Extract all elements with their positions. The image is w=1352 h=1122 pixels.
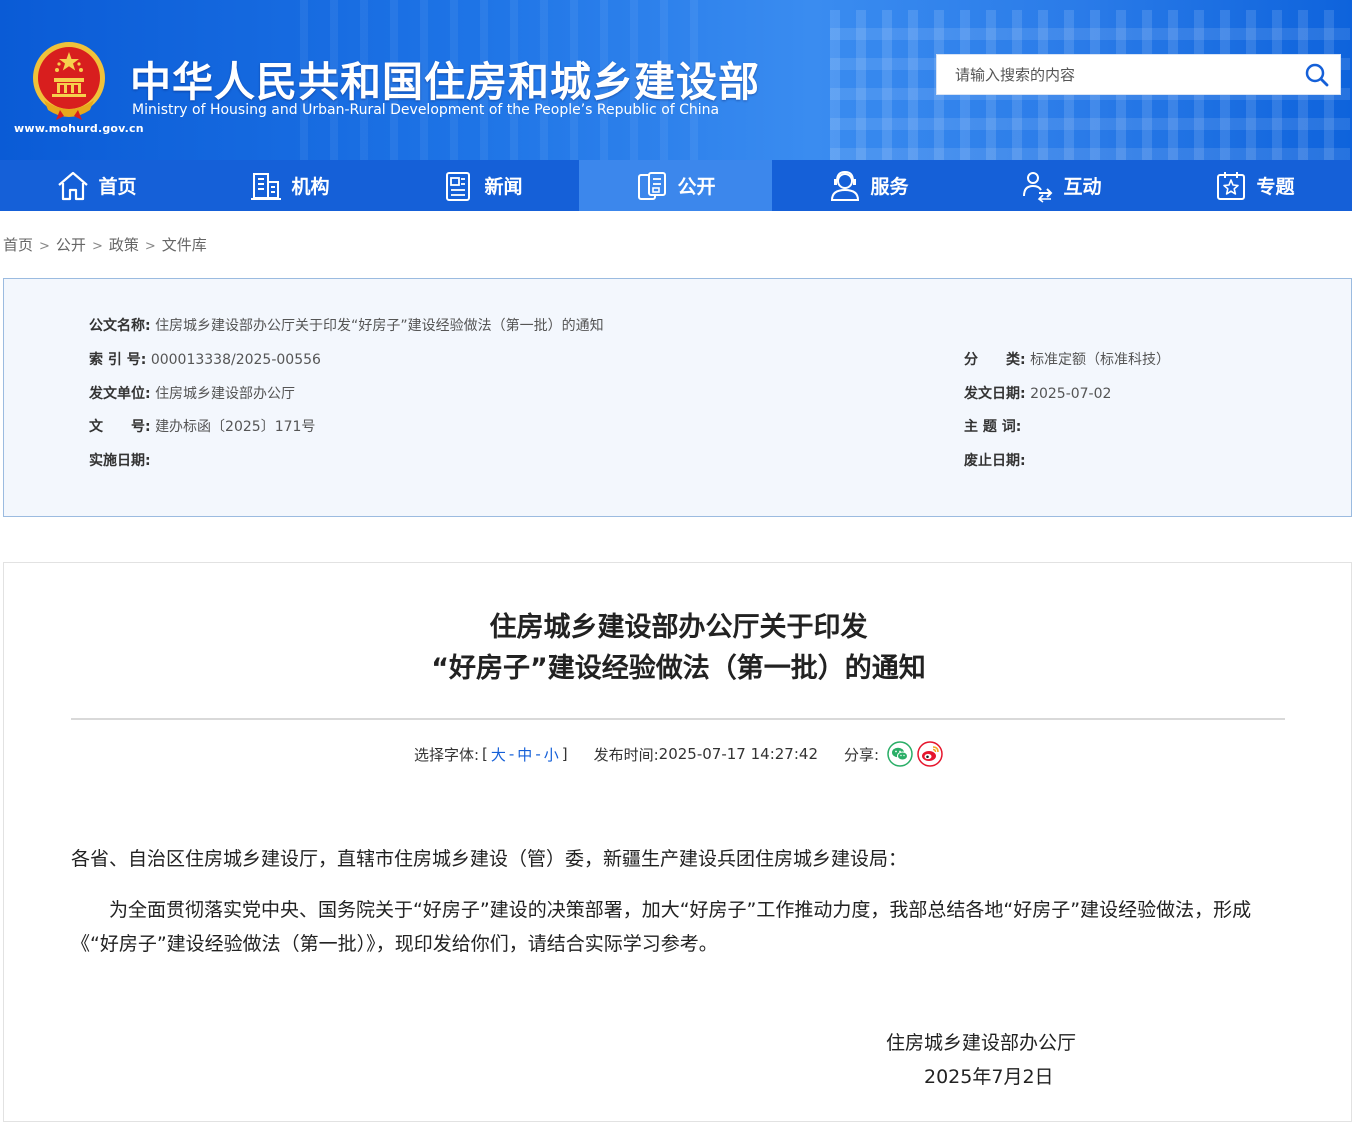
article-title-line2: “好房子”建设经验做法（第一批）的通知	[431, 653, 926, 684]
share-label: 分享:	[843, 745, 880, 764]
info-label: 发文日期:	[964, 386, 1026, 402]
breadcrumb-sep: >	[144, 239, 156, 254]
info-value: 住房城乡建设部办公厅关于印发“好房子”建设经验做法（第一批）的通知	[155, 318, 604, 334]
nav-item-news[interactable]: 新闻	[386, 160, 579, 211]
info-value: 000013338/2025-00556	[150, 352, 321, 368]
nav-item-open[interactable]: 公开	[579, 160, 772, 211]
breadcrumb-library[interactable]: 文件库	[162, 236, 207, 254]
info-label: 分 类:	[964, 352, 1026, 368]
nav-label: 公开	[677, 176, 716, 198]
info-label: 文 号:	[89, 419, 151, 435]
nav-label: 机构	[291, 176, 330, 198]
info-category: 分 类: 标准定额（标准科技）	[964, 349, 1170, 369]
font-medium-button[interactable]: 中	[517, 744, 532, 765]
breadcrumb-open[interactable]: 公开	[56, 236, 86, 254]
nav-item-org[interactable]: 机构	[193, 160, 386, 211]
info-value: 住房城乡建设部办公厅	[155, 386, 296, 402]
nav-item-home[interactable]: 首页	[0, 160, 193, 211]
building-icon	[251, 172, 282, 200]
article-title-line1: 住房城乡建设部办公厅关于印发	[489, 612, 868, 643]
nav-label: 服务	[870, 176, 909, 198]
wechat-share-icon[interactable]	[887, 741, 913, 767]
article-signature: 住房城乡建设部办公厅	[886, 1032, 1077, 1054]
article-container: 住房城乡建设部办公厅关于印发 “好房子”建设经验做法（第一批）的通知 选择字体:…	[3, 562, 1352, 1122]
info-doc-name: 公文名称: 住房城乡建设部办公厅关于印发“好房子”建设经验做法（第一批）的通知	[89, 315, 604, 335]
nav-label: 首页	[98, 176, 137, 198]
breadcrumb-sep: >	[91, 239, 103, 254]
publish-time-label: 发布时间:	[593, 745, 659, 764]
font-small-button[interactable]: 小	[544, 744, 559, 765]
interact-icon	[1023, 171, 1053, 203]
nav-item-service[interactable]: 服务	[772, 160, 965, 211]
info-keywords: 主 题 词:	[964, 416, 1021, 436]
site-subtitle: Ministry of Housing and Urban-Rural Deve…	[132, 102, 720, 118]
breadcrumb-home[interactable]: 首页	[3, 236, 33, 254]
info-effective-date: 实施日期:	[89, 450, 151, 470]
site-url: www.mohurd.gov.cn	[14, 122, 144, 135]
info-value: 2025-07-02	[1030, 386, 1112, 402]
info-label: 主 题 词:	[964, 419, 1022, 435]
main-nav: 首页 机构 新闻 公开 服务 互动 专题	[0, 160, 1352, 211]
nav-label: 新闻	[484, 176, 523, 198]
publish-time: 2025-07-17 14:27:42	[658, 745, 818, 763]
nav-label: 专题	[1256, 176, 1295, 198]
weibo-share-icon[interactable]	[917, 741, 943, 767]
info-issuer: 发文单位: 住房城乡建设部办公厅	[89, 383, 295, 403]
topic-icon	[1217, 171, 1246, 200]
font-sep: -	[535, 745, 541, 763]
article-meta: 选择字体: [ 大 - 中 - 小 ] 发布时间: 2025-07-17 14:…	[4, 739, 1352, 769]
breadcrumb: 首页 > 公开 > 政策 > 文件库	[3, 234, 207, 255]
nav-label: 互动	[1063, 176, 1102, 198]
info-label: 实施日期:	[89, 453, 151, 469]
site-title: 中华人民共和国住房和城乡建设部	[130, 58, 760, 106]
article-salutation: 各省、自治区住房城乡建设厅，直辖市住房城乡建设（管）委，新疆生产建设兵团住房城乡…	[71, 848, 908, 870]
info-doc-no: 文 号: 建办标函〔2025〕171号	[89, 416, 315, 436]
news-icon	[446, 171, 471, 201]
site-header: www.mohurd.gov.cn 中华人民共和国住房和城乡建设部 Minist…	[0, 0, 1352, 160]
nav-item-topic[interactable]: 专题	[1158, 160, 1351, 211]
bracket-close: ]	[561, 745, 568, 763]
info-label: 发文单位:	[89, 386, 151, 402]
article-title: 住房城乡建设部办公厅关于印发 “好房子”建设经验做法（第一批）的通知	[4, 607, 1352, 689]
search-box	[936, 54, 1341, 95]
search-icon[interactable]	[1304, 62, 1330, 88]
info-value: 标准定额（标准科技）	[1030, 352, 1171, 368]
info-label: 公文名称:	[89, 318, 151, 334]
document-info-panel: 公文名称: 住房城乡建设部办公厅关于印发“好房子”建设经验做法（第一批）的通知 …	[3, 278, 1352, 517]
info-index: 索 引 号: 000013338/2025-00556	[89, 349, 321, 369]
breadcrumb-policy[interactable]: 政策	[109, 236, 139, 254]
nav-item-interact[interactable]: 互动	[965, 160, 1158, 211]
font-sep: -	[508, 745, 515, 763]
search-input[interactable]	[937, 55, 1287, 94]
article-paragraph: 为全面贯彻落实党中央、国务院关于“好房子”建设的决策部署，加大“好房子”工作推动…	[71, 899, 1252, 955]
home-icon	[58, 171, 89, 200]
font-large-button[interactable]: 大	[491, 744, 506, 765]
article-sign-date: 2025年7月2日	[924, 1066, 1054, 1088]
info-issue-date: 发文日期: 2025-07-02	[964, 383, 1111, 403]
info-expire-date: 废止日期:	[964, 450, 1026, 470]
title-divider	[71, 718, 1285, 720]
font-size-label: 选择字体:	[413, 745, 479, 764]
open-icon	[638, 171, 667, 200]
info-value: 建办标函〔2025〕171号	[155, 419, 316, 435]
info-label: 索 引 号:	[89, 352, 147, 368]
breadcrumb-sep: >	[39, 239, 50, 254]
national-emblem-icon	[33, 42, 105, 120]
service-icon	[831, 170, 860, 201]
info-label: 废止日期:	[964, 453, 1026, 469]
bracket-open: [	[482, 745, 488, 763]
